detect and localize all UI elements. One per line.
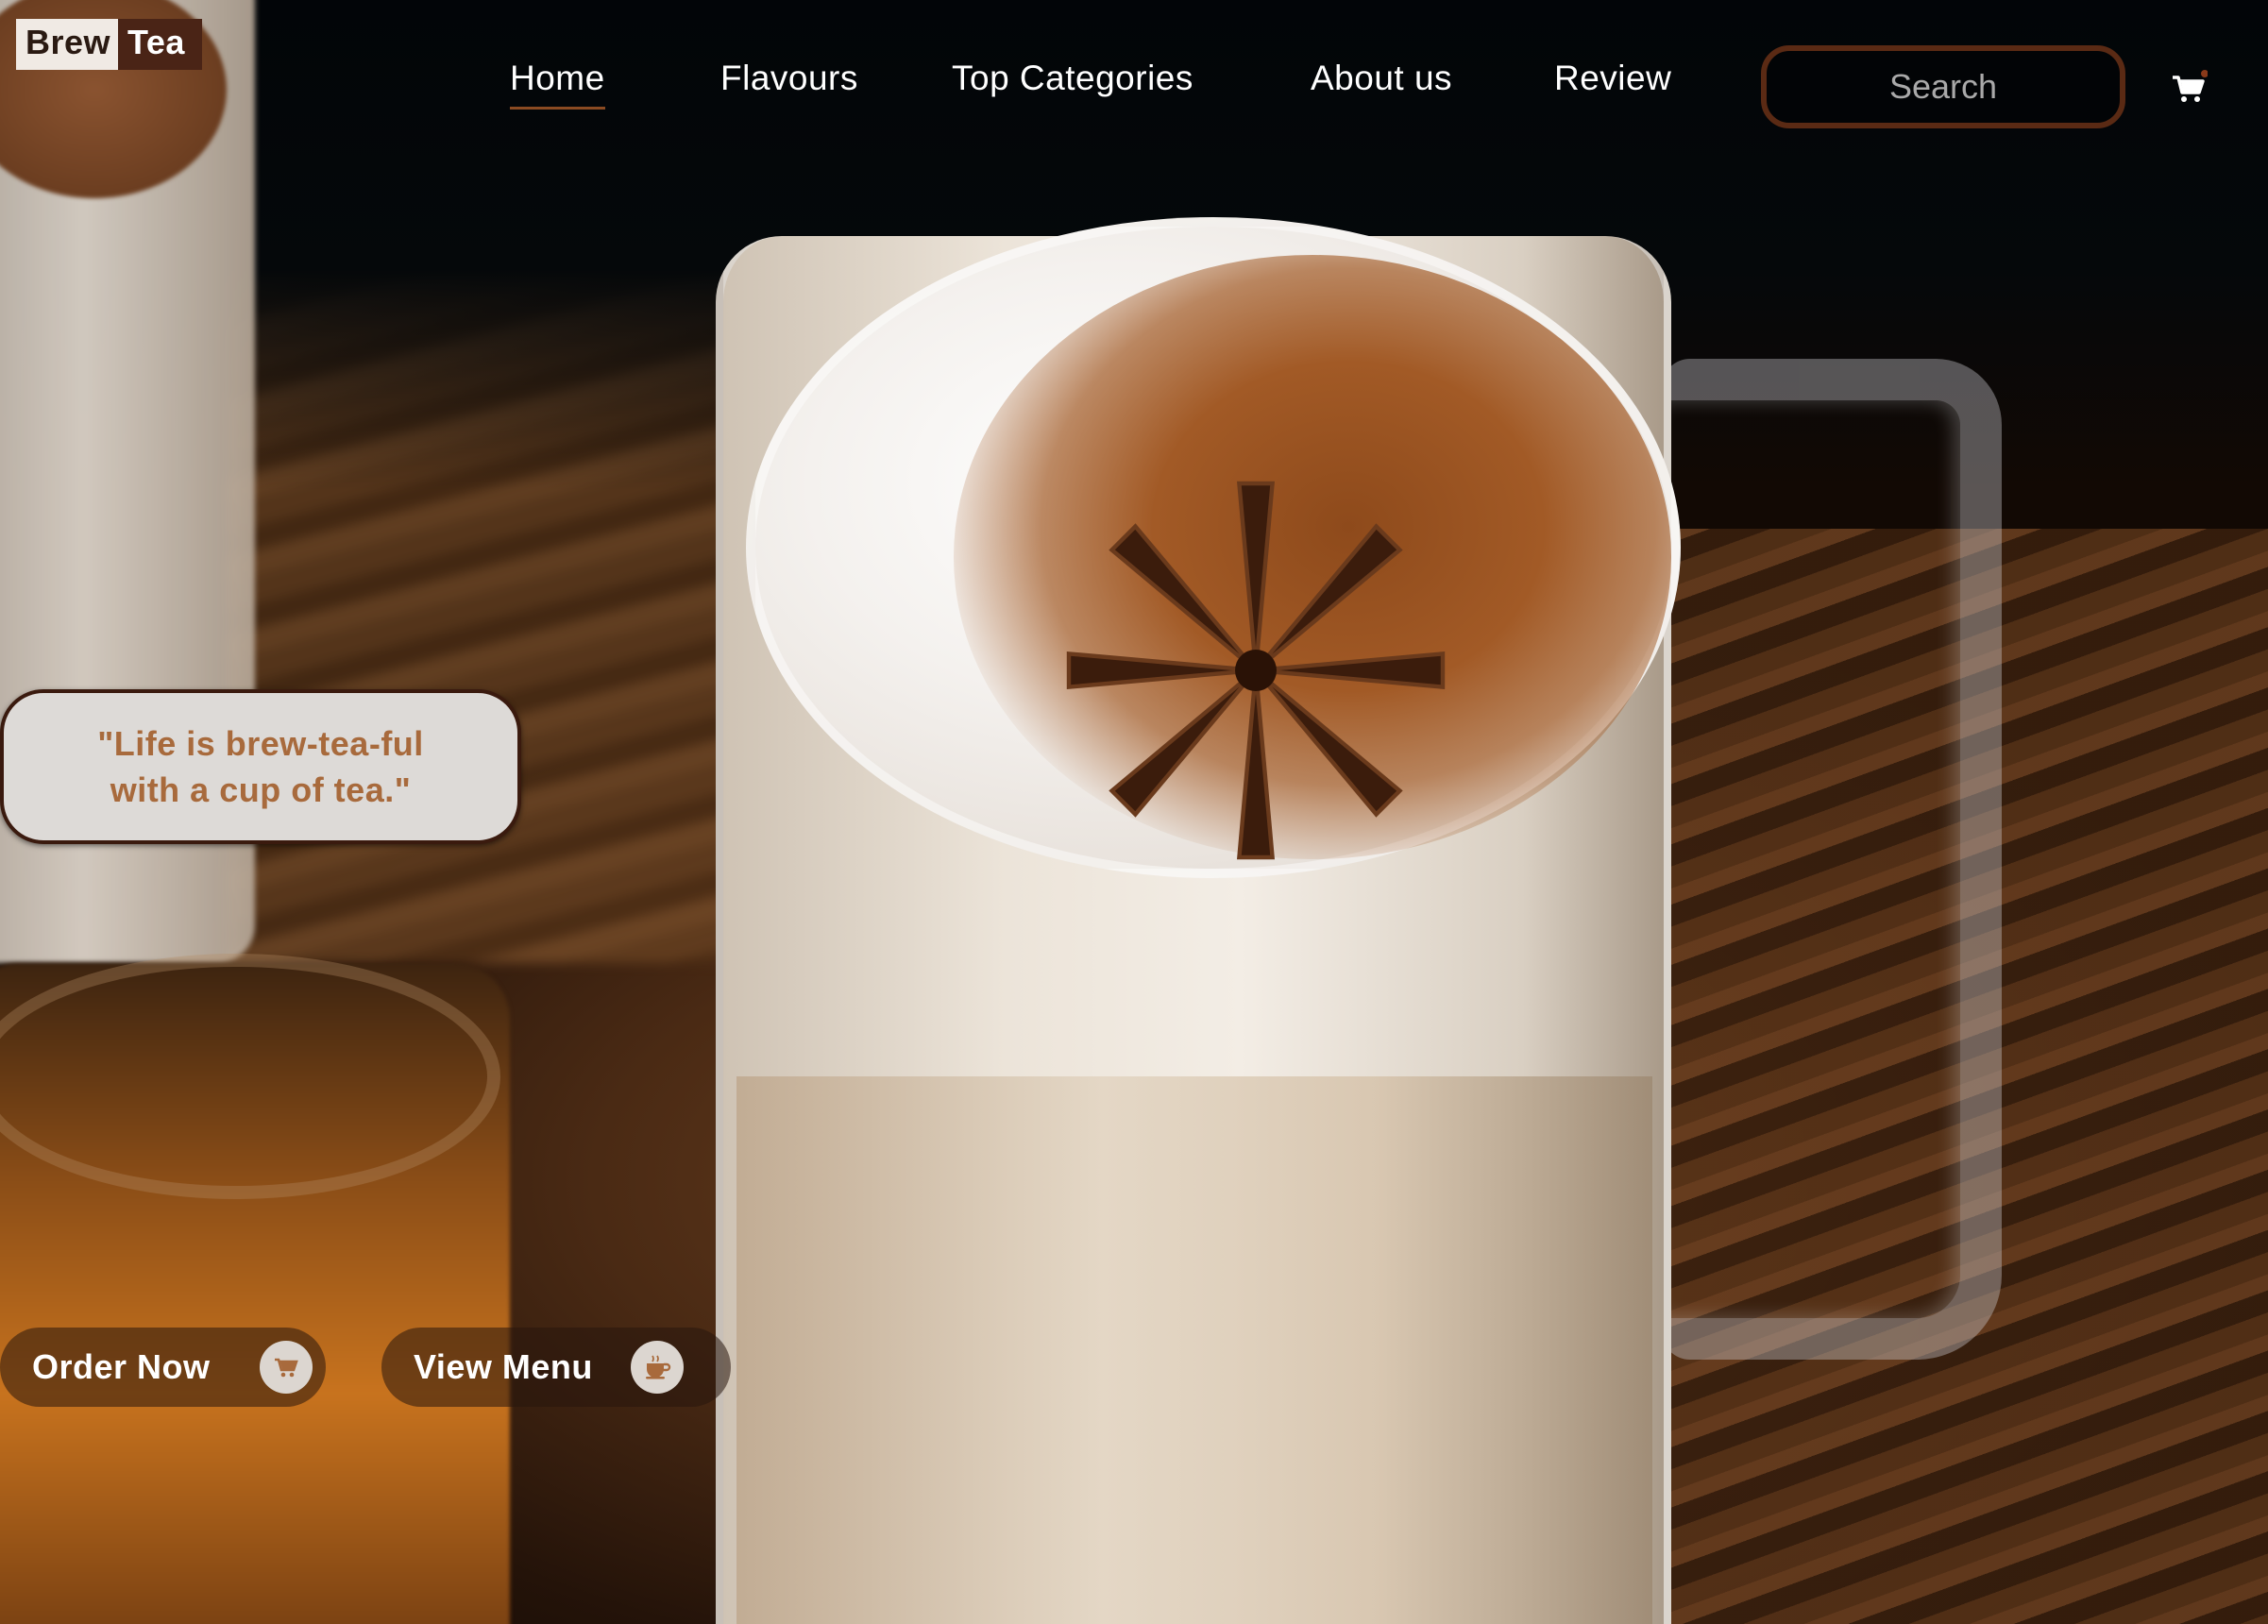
nav-item-home[interactable]: Home bbox=[510, 59, 605, 110]
mug-lower-tea bbox=[736, 1076, 1652, 1624]
search-input[interactable] bbox=[1792, 67, 2094, 107]
nav-item-flavours[interactable]: Flavours bbox=[720, 59, 858, 98]
star-anise-icon bbox=[1066, 481, 1446, 860]
order-cart-icon bbox=[259, 1341, 313, 1394]
view-menu-button[interactable]: View Menu bbox=[381, 1328, 731, 1407]
nav-item-review[interactable]: Review bbox=[1554, 59, 1671, 98]
nav-item-about-us[interactable]: About us bbox=[1311, 59, 1452, 98]
mug-handle bbox=[1662, 359, 2002, 1360]
search-box bbox=[1761, 45, 2125, 128]
nav-item-top-categories[interactable]: Top Categories bbox=[952, 59, 1193, 98]
order-now-label: Order Now bbox=[32, 1347, 211, 1386]
quote-bubble: "Life is brew-tea-ful with a cup of tea.… bbox=[0, 689, 521, 844]
view-menu-label: View Menu bbox=[414, 1347, 593, 1386]
teacup-icon bbox=[630, 1341, 684, 1394]
order-now-button[interactable]: Order Now bbox=[0, 1328, 326, 1407]
quote-text: "Life is brew-tea-ful with a cup of tea.… bbox=[97, 724, 424, 809]
cart-icon[interactable] bbox=[2170, 70, 2208, 108]
